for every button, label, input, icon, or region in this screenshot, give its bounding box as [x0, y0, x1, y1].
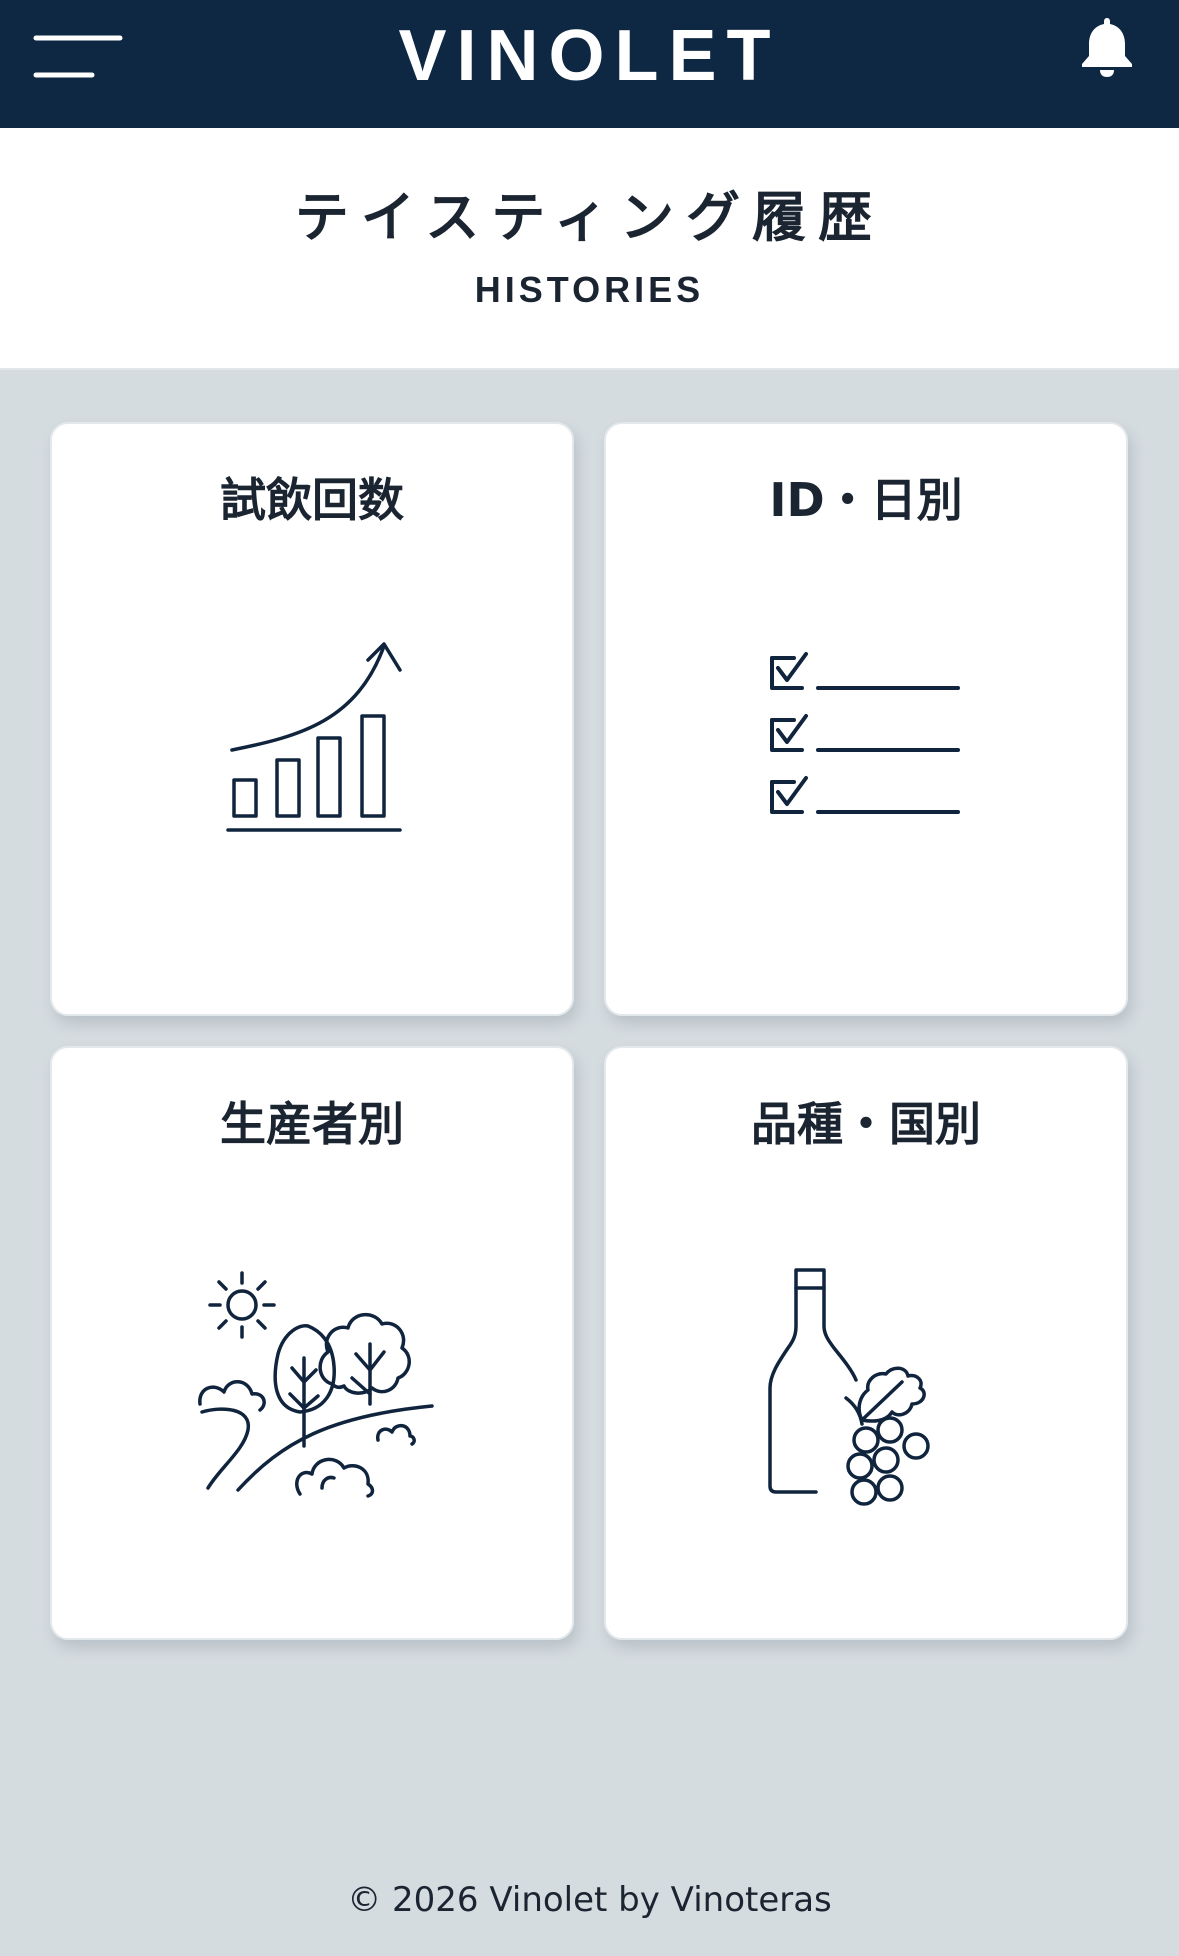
card-by-varietal-country[interactable]: 品種・国別 — [604, 1046, 1128, 1640]
bell-icon[interactable] — [1076, 14, 1138, 80]
landscape-trees-icon — [198, 1271, 434, 1498]
footer-copyright: © 2026 Vinolet by Vinoteras — [347, 1880, 832, 1920]
growth-bar-chart-icon — [226, 642, 402, 832]
card-tasting-count[interactable]: 試飲回数 — [50, 422, 574, 1016]
app-logo: VINOLET — [398, 16, 781, 96]
checklist-icon — [770, 652, 960, 814]
wine-bottle-grapes-icon — [768, 1268, 930, 1506]
app-header: VINOLET — [0, 0, 1179, 128]
page-subtitle: HISTORIES — [474, 269, 705, 310]
page-title: テイスティング履歴 — [294, 186, 885, 249]
page-title-area: テイスティング履歴 HISTORIES — [0, 128, 1179, 370]
card-by-producer[interactable]: 生産者別 — [50, 1046, 574, 1640]
card-id-date[interactable]: ID・日別 — [604, 422, 1128, 1016]
